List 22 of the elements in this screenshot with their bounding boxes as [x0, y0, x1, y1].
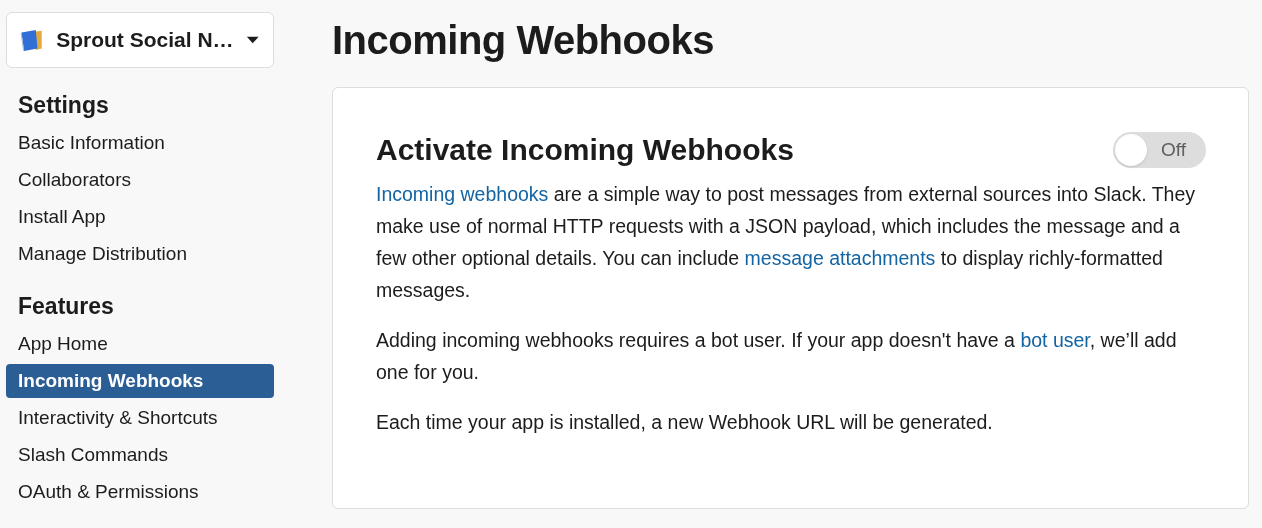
sidebar-item[interactable]: Basic Information	[6, 126, 274, 160]
description-paragraph: Adding incoming webhooks requires a bot user. If your app doesn't have a bot user, we’ll add one for you.	[376, 328, 1178, 385]
description-paragraph: Each time your app is installed, a new Webhook URL will be generated.	[376, 410, 994, 435]
sidebar-item[interactable]: Install App	[6, 200, 274, 234]
caret-icon	[245, 35, 259, 45]
text-link[interactable]: message attachments	[744, 247, 936, 269]
sidebar-heading: Features	[17, 292, 115, 321]
sidebar-item[interactable]: OAuth & Permissions	[6, 475, 274, 509]
text-link[interactable]: bot user	[1020, 329, 1090, 351]
sidebar-heading: Settings	[17, 91, 110, 120]
sidebar-item[interactable]: Manage Distribution	[6, 237, 274, 271]
page-title: Incoming Webhooks	[332, 17, 714, 64]
sidebar-item[interactable]: App Home	[6, 327, 274, 361]
sidebar-item[interactable]: Slash Commands	[6, 438, 274, 472]
card-title: Activate Incoming Webhooks	[376, 132, 794, 168]
sidebar-item[interactable]: Collaborators	[6, 163, 274, 197]
description-paragraph: Incoming webhooks are a simple way to post messages from external sources into Slack. They make use of normal HTTP requests with a JSON payload, which includes the message and a few other optional details. You can include message attachments to display richly-formatted messages.	[376, 182, 1197, 303]
sidebar-item[interactable]: Interactivity & Shortcuts	[6, 401, 274, 435]
toggle-switch[interactable]: Off	[1113, 132, 1206, 168]
workspace-switcher[interactable]: Sprout Social N…	[6, 12, 274, 68]
sidebar-item[interactable]: Incoming Webhooks	[6, 364, 274, 398]
text-link[interactable]: Incoming webhooks	[376, 183, 549, 205]
